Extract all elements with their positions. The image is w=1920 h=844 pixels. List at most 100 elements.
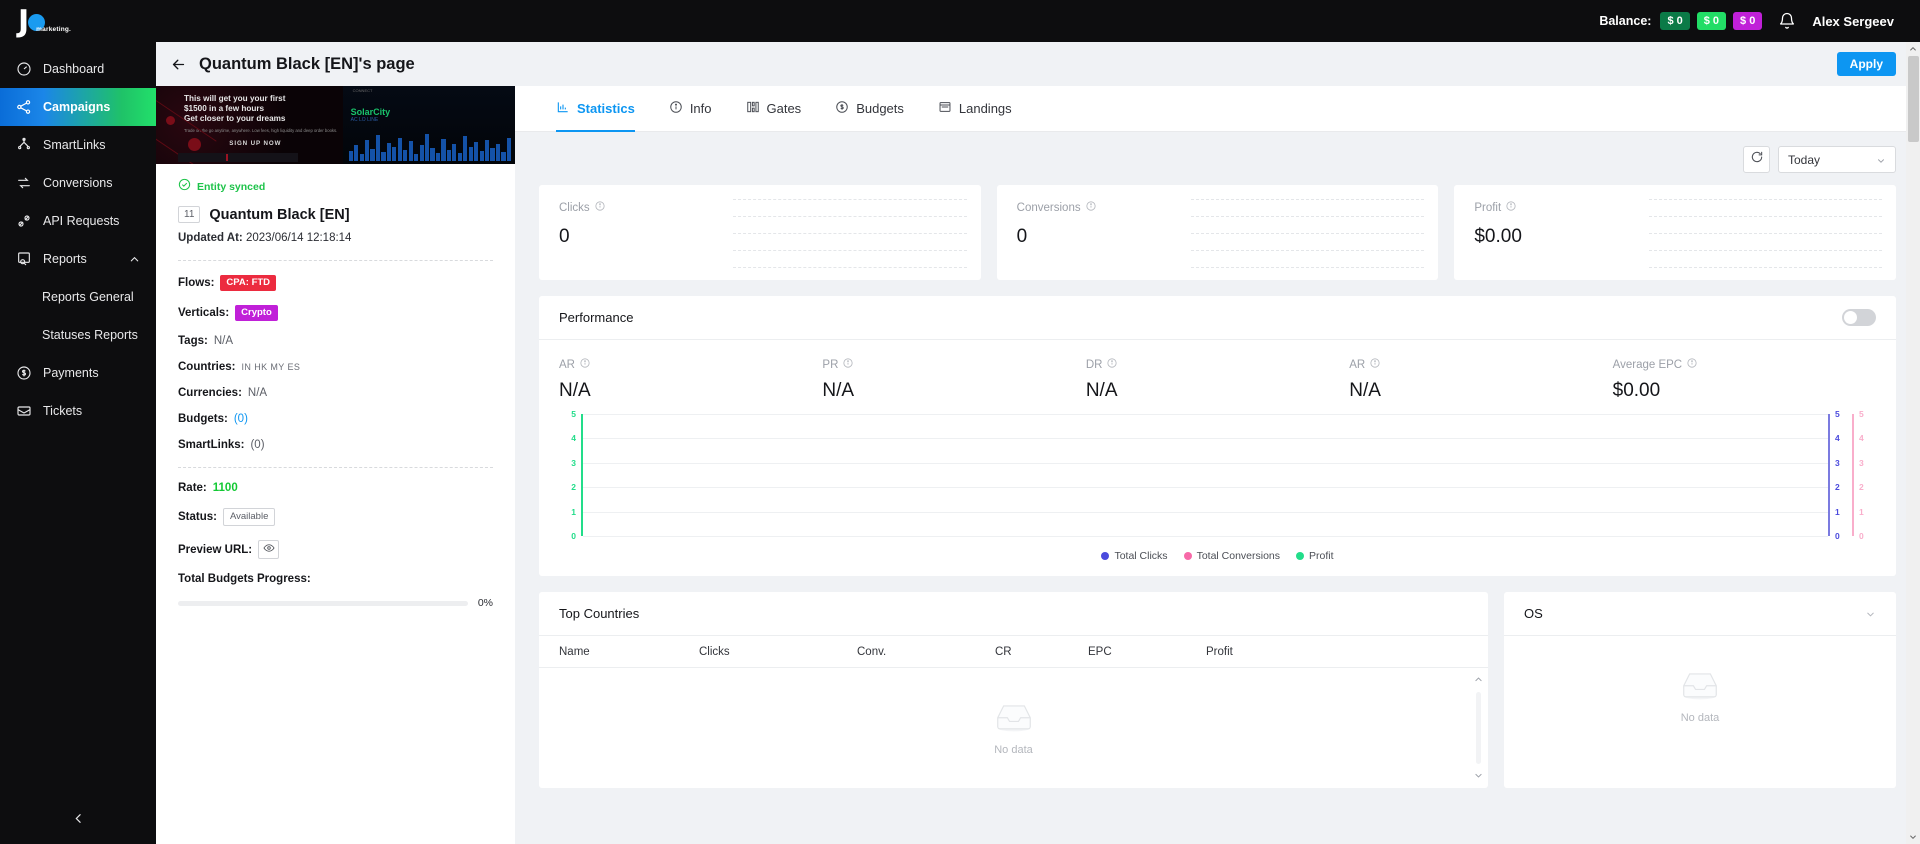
- kpi-label-clicks-wrap: Clicks: [559, 201, 605, 214]
- performance-toggle[interactable]: [1842, 309, 1876, 326]
- column-header-cr[interactable]: CR: [995, 646, 1088, 658]
- axis-left-tick-3: 3: [571, 457, 576, 468]
- tab-info[interactable]: Info: [652, 86, 729, 132]
- tab-statistics[interactable]: Statistics: [539, 86, 652, 132]
- info-icon[interactable]: [595, 201, 605, 214]
- legend-item-total-clicks[interactable]: Total Clicks: [1101, 550, 1168, 562]
- progress-bar: [178, 600, 468, 606]
- chevron-down-icon[interactable]: [1865, 608, 1876, 619]
- axis-conv-tick-3: 3: [1859, 457, 1864, 468]
- scroll-thumb[interactable]: [1907, 56, 1919, 142]
- legend-dot-profit: [1296, 552, 1305, 560]
- bell-icon[interactable]: [1778, 12, 1796, 30]
- sidebar-item-tickets[interactable]: Tickets: [0, 392, 156, 430]
- axis-conv-tick-2: 2: [1859, 482, 1864, 493]
- legend-item-profit[interactable]: Profit: [1296, 550, 1334, 562]
- top-countries-empty-text: No data: [994, 744, 1033, 756]
- page-title: Quantum Black [EN]'s page: [199, 54, 415, 73]
- field-smartlinks-label: SmartLinks:: [178, 439, 245, 451]
- info-icon[interactable]: [1370, 358, 1380, 371]
- performance-title: Performance: [559, 310, 634, 325]
- divider-1: [178, 260, 493, 261]
- top-countries-scrollbar[interactable]: [1473, 668, 1484, 788]
- legend-item-total-conversions[interactable]: Total Conversions: [1183, 550, 1280, 562]
- entity-header: 11 Quantum Black [EN]: [178, 206, 493, 223]
- app-logo[interactable]: J marketing.: [0, 6, 156, 37]
- banner-right-top: CONNECT: [352, 88, 373, 93]
- column-header-conv[interactable]: Conv.: [857, 646, 995, 658]
- sidebar-item-campaigns[interactable]: Campaigns: [0, 88, 156, 126]
- chevron-left-icon: [72, 812, 85, 830]
- sidebar-item-conversions[interactable]: Conversions: [0, 164, 156, 202]
- field-preview-url: Preview URL:: [178, 540, 493, 559]
- os-header[interactable]: OS: [1504, 592, 1896, 636]
- apply-button[interactable]: Apply: [1836, 52, 1896, 76]
- perf-metric-dr: DR N/A: [1086, 358, 1349, 402]
- refresh-button[interactable]: [1743, 146, 1770, 173]
- balance-badge-3[interactable]: $ 0: [1733, 12, 1763, 30]
- field-verticals-tag[interactable]: Crypto: [235, 305, 278, 321]
- chevron-up-icon[interactable]: [1474, 671, 1483, 689]
- info-circle-icon: [669, 100, 683, 117]
- tab-label-statistics: Statistics: [577, 101, 635, 116]
- performance-chart-wrap: 5 4 3 2 1 0 5 4 3 2 1 0 5 4 3 2 1 0 Tota…: [539, 408, 1896, 576]
- field-status: Status: Available: [178, 508, 493, 526]
- chevron-down-icon[interactable]: [1474, 767, 1483, 785]
- field-flows-label: Flows:: [178, 277, 215, 289]
- page-scrollbar[interactable]: [1906, 42, 1920, 844]
- perf-metric-pr: PR N/A: [822, 358, 1085, 402]
- empty-inbox-icon: [1676, 668, 1724, 705]
- sidebar-item-api-requests[interactable]: API Requests: [0, 202, 156, 240]
- content-split: This will get you your first $1500 in a …: [156, 86, 1920, 844]
- sidebar-item-reports-general[interactable]: Reports General: [0, 278, 156, 316]
- info-icon[interactable]: [1086, 201, 1096, 214]
- field-tags: Tags: N/A: [178, 335, 493, 347]
- info-icon[interactable]: [1107, 358, 1118, 371]
- balance-badge-1[interactable]: $ 0: [1660, 12, 1690, 30]
- sidebar-item-dashboard[interactable]: Dashboard: [0, 50, 156, 88]
- top-countries-table-header: Name Clicks Conv. CR EPC Profit: [539, 636, 1488, 668]
- perf-metric-average-epc: Average EPC $0.00: [1613, 358, 1876, 402]
- sidebar-collapse-button[interactable]: [0, 798, 156, 844]
- sidebar-item-statuses-reports[interactable]: Statuses Reports: [0, 316, 156, 354]
- tab-budgets[interactable]: Budgets: [818, 86, 921, 132]
- tab-landings[interactable]: Landings: [921, 86, 1029, 132]
- balance-label: Balance:: [1599, 14, 1652, 28]
- field-flows-tag[interactable]: CPA: FTD: [220, 275, 277, 291]
- balance-badge-2[interactable]: $ 0: [1696, 12, 1727, 30]
- date-range-select[interactable]: Today: [1778, 146, 1896, 173]
- axis-left-tick-0: 0: [571, 531, 576, 541]
- column-header-epc[interactable]: EPC: [1088, 646, 1206, 658]
- scroll-down-button[interactable]: [1906, 830, 1920, 844]
- column-header-clicks[interactable]: Clicks: [699, 646, 857, 658]
- date-range-value: Today: [1788, 152, 1821, 167]
- status-badge: Available: [222, 508, 276, 526]
- sidebar-item-reports[interactable]: Reports: [0, 240, 156, 278]
- axis-clicks-tick-4: 4: [1835, 433, 1840, 444]
- gauge-icon: [16, 61, 32, 77]
- chart-axis-right-clicks: 5 4 3 2 1 0: [1828, 409, 1852, 541]
- scroll-track[interactable]: [1476, 692, 1481, 764]
- scroll-up-button[interactable]: [1906, 42, 1920, 56]
- info-icon[interactable]: [1687, 358, 1697, 371]
- chevron-up-icon: [129, 254, 140, 265]
- user-name[interactable]: Alex Sergeev: [1812, 14, 1894, 29]
- arrow-left-icon[interactable]: [170, 56, 187, 73]
- sidebar-label-dashboard: Dashboard: [43, 62, 105, 76]
- column-header-name[interactable]: Name: [559, 646, 699, 658]
- tab-gates[interactable]: Gates: [729, 86, 819, 132]
- field-currencies-label: Currencies:: [178, 387, 242, 399]
- sidebar-item-payments[interactable]: Payments: [0, 354, 156, 392]
- info-icon[interactable]: [843, 358, 853, 371]
- column-header-profit[interactable]: Profit: [1206, 646, 1233, 658]
- progress-percent: 0%: [477, 597, 493, 609]
- kpi-label-conversions: Conversions: [1016, 201, 1081, 214]
- tab-label-gates: Gates: [766, 101, 802, 116]
- preview-url-button[interactable]: [258, 540, 280, 559]
- field-budgets-value[interactable]: (0): [234, 413, 248, 425]
- info-icon[interactable]: [580, 358, 590, 371]
- info-icon[interactable]: [1506, 201, 1516, 214]
- sidebar-item-smartlinks[interactable]: SmartLinks: [0, 126, 156, 164]
- chevron-down-icon: [1876, 155, 1886, 165]
- axis-conv-tick-1: 1: [1859, 506, 1864, 517]
